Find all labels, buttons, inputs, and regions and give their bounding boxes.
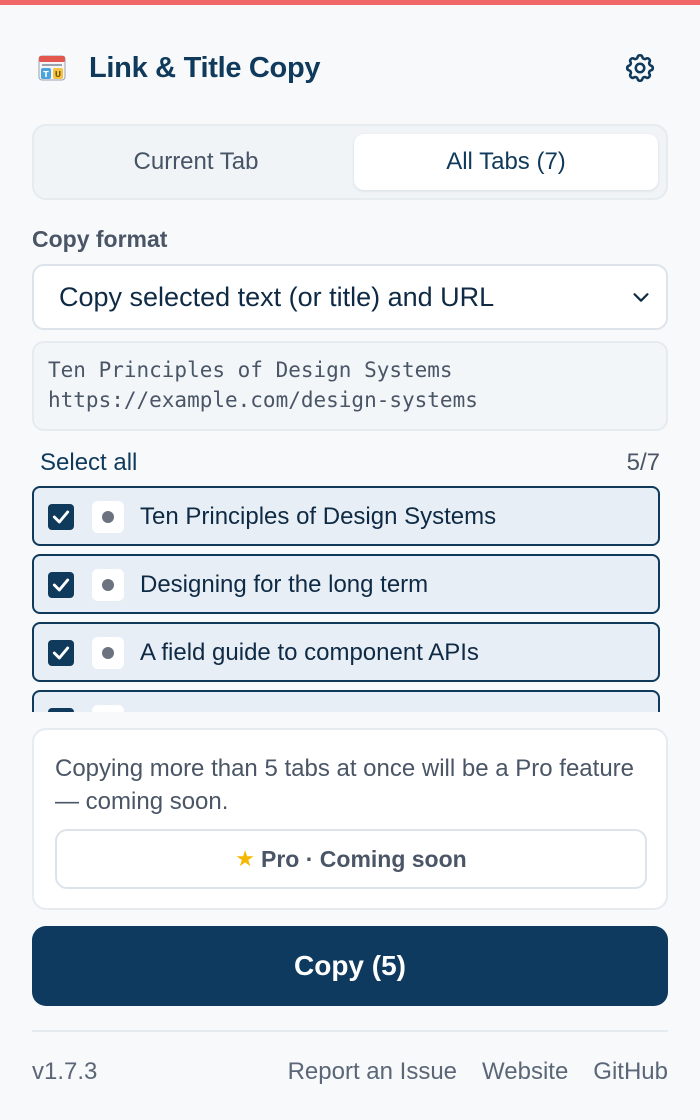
tab-list-item[interactable]: A field guide to component APIs — [32, 622, 660, 682]
selected-count: 5/7 — [626, 449, 660, 476]
tab-title: Designing for the long term — [140, 571, 429, 598]
github-link[interactable]: GitHub — [593, 1058, 668, 1086]
tab-list-item[interactable] — [32, 690, 660, 712]
tab-checkbox[interactable] — [48, 708, 74, 712]
settings-button[interactable] — [622, 50, 658, 86]
footer-links: Report an Issue Website GitHub — [288, 1058, 668, 1086]
checkmark-icon — [51, 711, 71, 712]
pro-notice: Copying more than 5 tabs at once will be… — [32, 728, 668, 910]
pro-coming-soon-button[interactable]: ★ Pro · Coming soon — [55, 829, 647, 889]
tab-title: Ten Principles of Design Systems — [140, 503, 497, 530]
report-issue-link[interactable]: Report an Issue — [288, 1058, 457, 1086]
copy-preview: Ten Principles of Design Systems https:/… — [32, 341, 668, 431]
tab-list-item[interactable]: Ten Principles of Design Systems — [32, 486, 660, 546]
tab-list[interactable]: Ten Principles of Design Systems Designi… — [32, 486, 668, 712]
tab-all-tabs[interactable]: All Tabs (7) — [354, 134, 658, 190]
chevron-down-icon — [633, 293, 649, 302]
checkmark-icon — [52, 510, 70, 524]
svg-text:U: U — [55, 70, 62, 79]
tab-list-item[interactable]: Designing for the long term — [32, 554, 660, 614]
select-all-toggle[interactable]: Select all — [40, 449, 137, 477]
favicon-icon — [92, 501, 124, 533]
checkmark-icon — [52, 646, 70, 660]
gear-icon — [625, 54, 655, 83]
tab-checkbox[interactable] — [48, 504, 74, 530]
tab-title: A field guide to component APIs — [140, 639, 479, 666]
pro-message: Copying more than 5 tabs at once will be… — [55, 755, 634, 815]
pro-button-label: Pro · Coming soon — [261, 845, 467, 872]
app-title: Link & Title Copy — [89, 52, 321, 84]
preview-url: https://example.com/design-systems — [48, 388, 478, 412]
star-icon: ★ — [235, 846, 255, 871]
svg-text:T: T — [43, 70, 49, 79]
app-logo-icon: T U — [38, 54, 66, 82]
tab-checkbox[interactable] — [48, 640, 74, 666]
copy-button[interactable]: Copy (5) — [32, 926, 668, 1006]
top-accent-stripe — [0, 0, 700, 5]
copy-format-value: Copy selected text (or title) and URL — [59, 281, 495, 312]
tab-checkbox[interactable] — [48, 572, 74, 598]
tab-current[interactable]: Current Tab — [44, 134, 348, 190]
version-label: v1.7.3 — [32, 1058, 98, 1085]
checkmark-icon — [52, 578, 70, 592]
favicon-icon — [92, 705, 124, 712]
footer-divider — [32, 1030, 668, 1032]
favicon-icon — [92, 569, 124, 601]
footer: v1.7.3 Report an Issue Website GitHub — [32, 1058, 668, 1090]
favicon-icon — [92, 637, 124, 669]
tab-switcher: Current Tab All Tabs (7) — [32, 124, 668, 200]
copy-format-select[interactable]: Copy selected text (or title) and URL — [32, 264, 668, 330]
header: T U Link & Title Copy — [32, 44, 668, 94]
website-link[interactable]: Website — [482, 1058, 568, 1086]
preview-title: Ten Principles of Design Systems — [48, 358, 453, 382]
copy-format-label: Copy format — [32, 226, 168, 252]
